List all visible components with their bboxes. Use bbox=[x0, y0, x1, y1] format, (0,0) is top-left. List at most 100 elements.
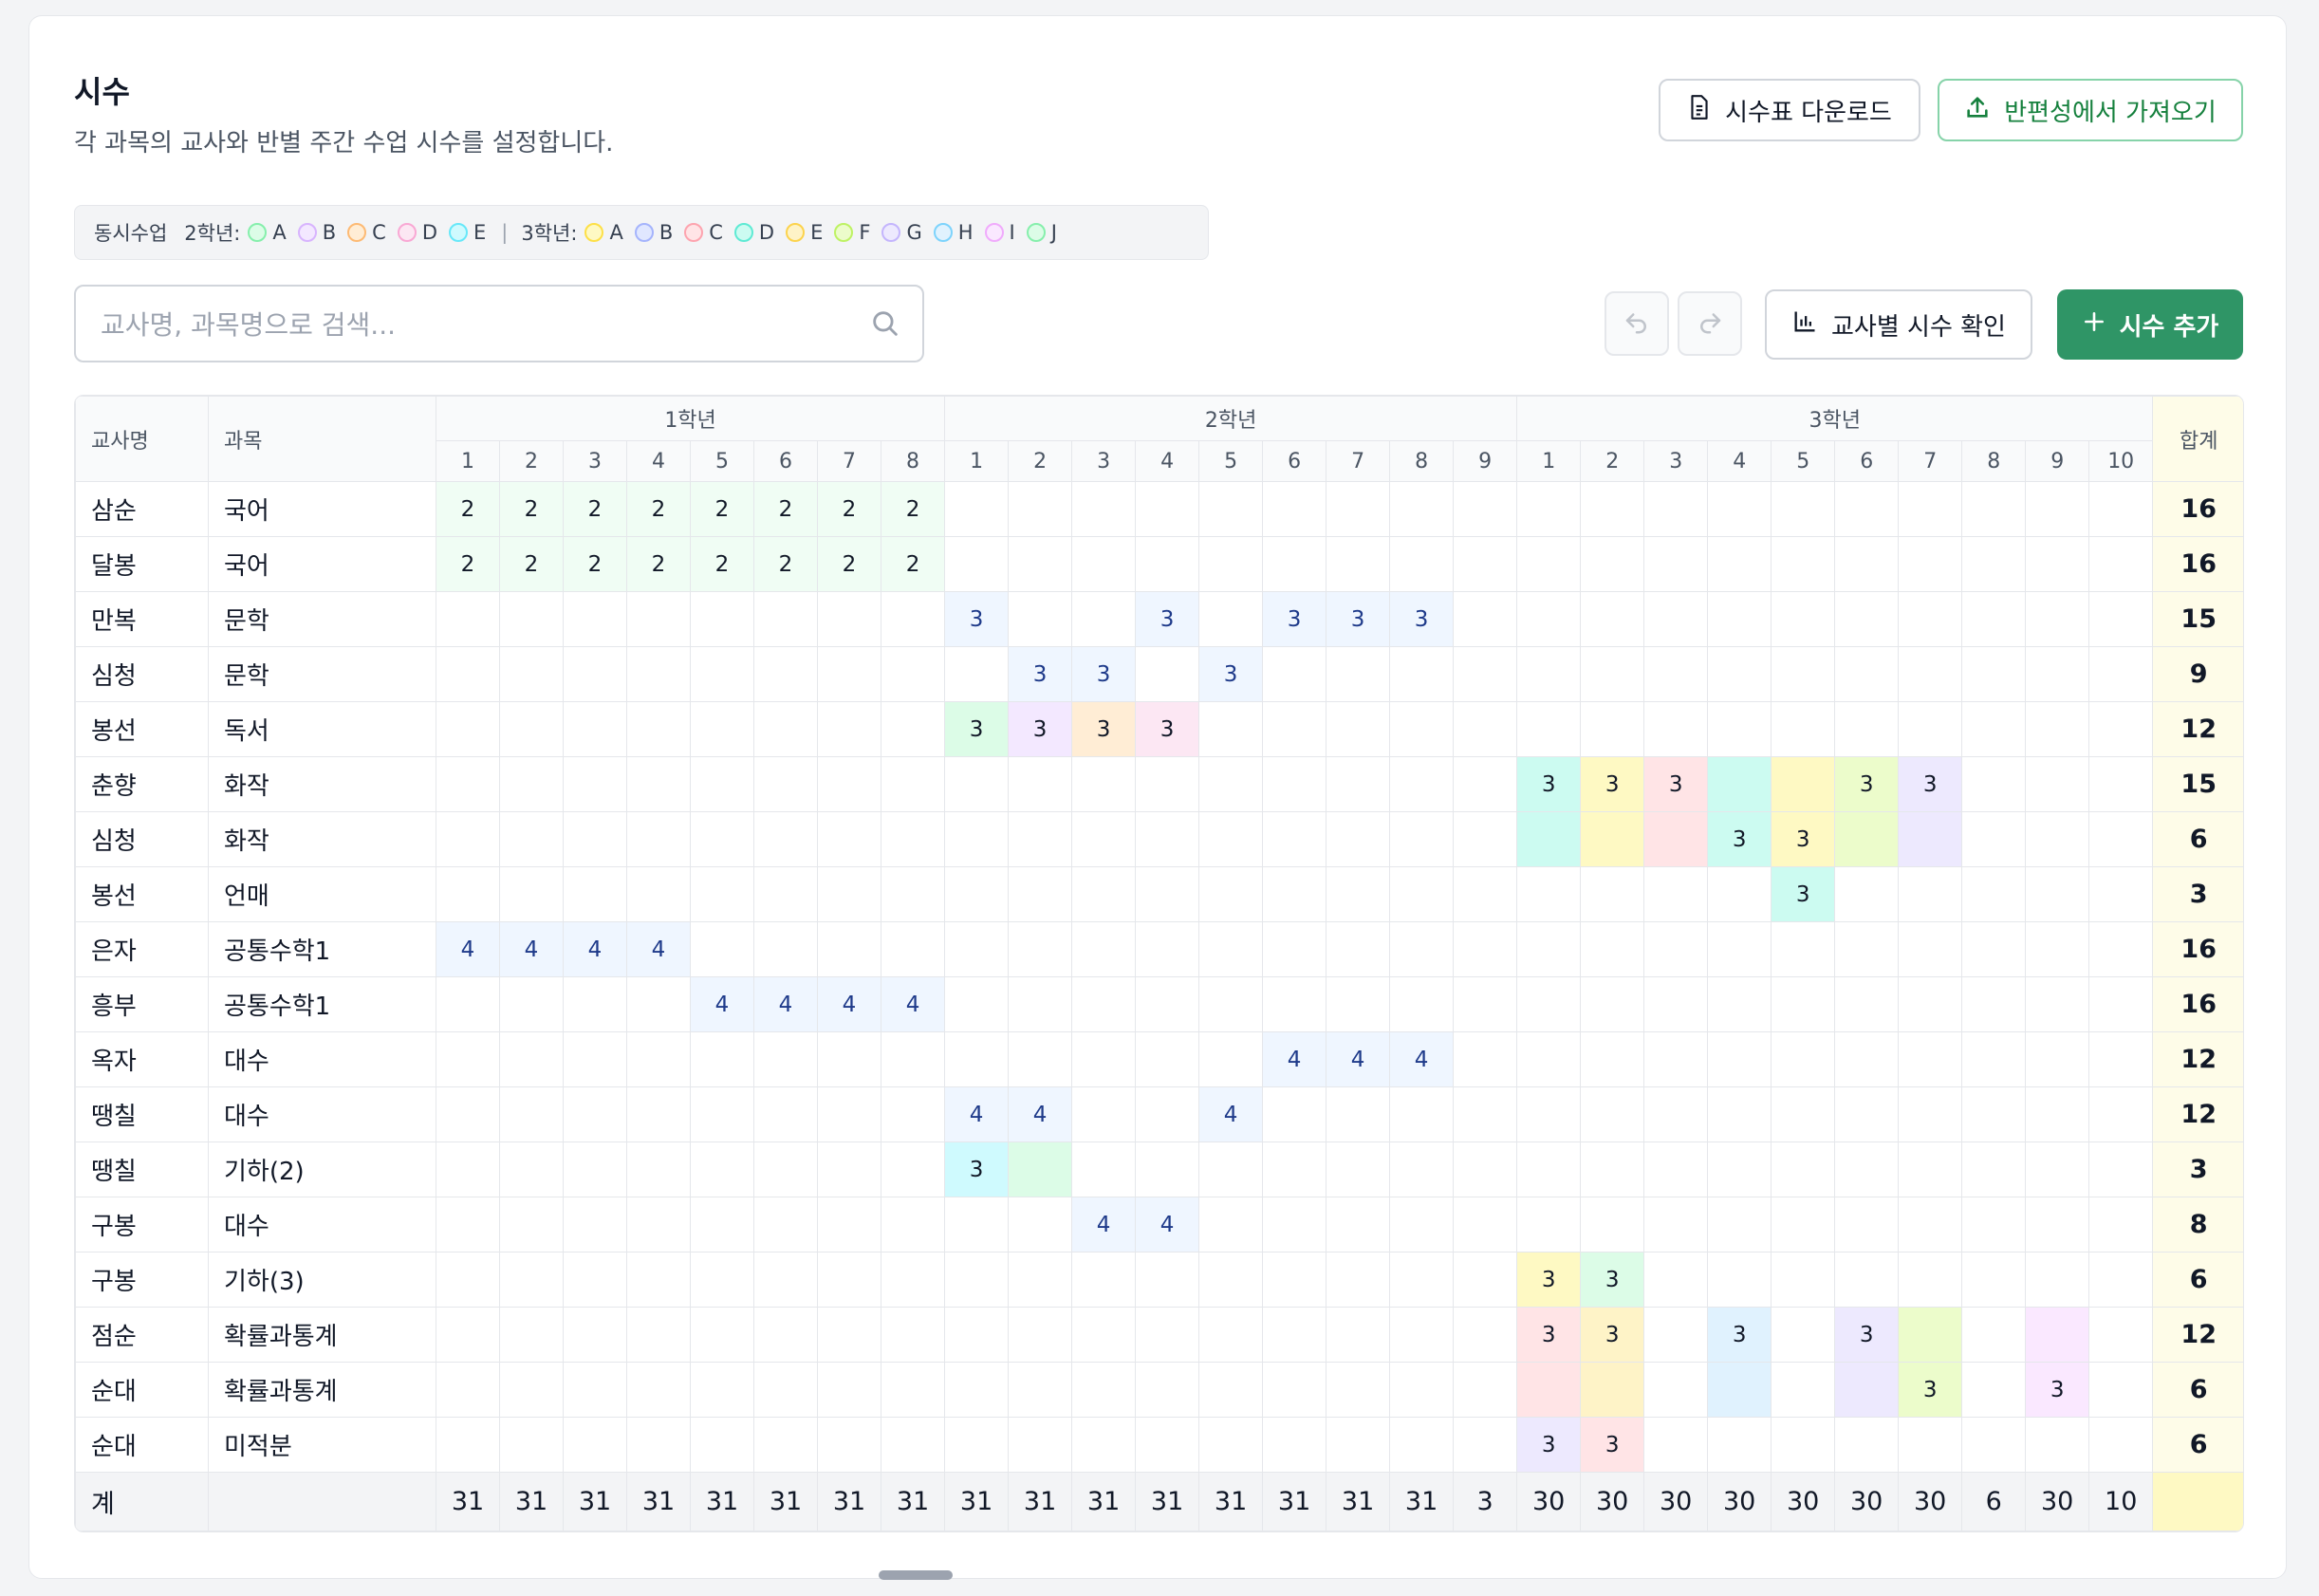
hours-cell[interactable] bbox=[880, 1031, 946, 1087]
hours-cell[interactable] bbox=[1008, 976, 1073, 1032]
hours-cell[interactable]: 3 bbox=[944, 591, 1010, 647]
hours-cell[interactable]: 4 bbox=[690, 976, 754, 1032]
hours-cell[interactable] bbox=[753, 1141, 818, 1197]
hours-cell[interactable] bbox=[2088, 1252, 2154, 1308]
hours-cell[interactable] bbox=[753, 921, 818, 977]
hours-cell[interactable] bbox=[1262, 646, 1327, 702]
teacher-name-cell[interactable]: 순대 bbox=[75, 1362, 209, 1418]
hours-cell[interactable] bbox=[1453, 811, 1518, 867]
hours-cell[interactable] bbox=[499, 1141, 564, 1197]
hours-cell[interactable] bbox=[1961, 1252, 2027, 1308]
hours-cell[interactable]: 2 bbox=[499, 536, 564, 592]
hours-cell[interactable] bbox=[1516, 1197, 1582, 1253]
hours-cell[interactable]: 3 bbox=[1516, 1307, 1582, 1363]
hours-cell[interactable] bbox=[1771, 921, 1836, 977]
hours-cell[interactable] bbox=[1198, 1141, 1264, 1197]
hours-cell[interactable] bbox=[1262, 1197, 1327, 1253]
hours-cell[interactable] bbox=[1071, 1086, 1137, 1142]
hours-cell[interactable] bbox=[1326, 811, 1391, 867]
hours-cell[interactable] bbox=[690, 1141, 754, 1197]
hours-cell[interactable] bbox=[1453, 1252, 1518, 1308]
hours-cell[interactable] bbox=[436, 1141, 500, 1197]
hours-cell[interactable] bbox=[1198, 976, 1264, 1032]
hours-cell[interactable]: 3 bbox=[1771, 811, 1836, 867]
hours-cell[interactable] bbox=[436, 866, 500, 922]
hours-cell[interactable] bbox=[499, 1252, 564, 1308]
hours-cell[interactable] bbox=[1834, 921, 1900, 977]
download-timetable-button[interactable]: 시수표 다운로드 bbox=[1659, 79, 1920, 141]
hours-cell[interactable] bbox=[1326, 756, 1391, 812]
hours-cell[interactable]: 3 bbox=[1707, 811, 1772, 867]
hours-cell[interactable]: 2 bbox=[817, 536, 881, 592]
hours-cell[interactable] bbox=[944, 1307, 1010, 1363]
hours-cell[interactable]: 4 bbox=[1008, 1086, 1073, 1142]
hours-cell[interactable] bbox=[563, 1141, 627, 1197]
hours-cell[interactable] bbox=[2025, 1197, 2090, 1253]
subject-cell[interactable]: 화작 bbox=[208, 811, 436, 867]
hours-cell[interactable] bbox=[1516, 536, 1582, 592]
hours-cell[interactable] bbox=[1453, 756, 1518, 812]
hours-cell[interactable] bbox=[1262, 536, 1327, 592]
hours-cell[interactable] bbox=[626, 1197, 691, 1253]
hours-cell[interactable] bbox=[817, 1141, 881, 1197]
hours-cell[interactable] bbox=[1898, 1252, 1963, 1308]
hours-cell[interactable] bbox=[1961, 646, 2027, 702]
hours-cell[interactable] bbox=[753, 1086, 818, 1142]
hours-cell[interactable] bbox=[1008, 866, 1073, 922]
add-hours-button[interactable]: 시수 추가 bbox=[2057, 289, 2243, 360]
hours-cell[interactable] bbox=[1135, 756, 1200, 812]
subject-cell[interactable]: 국어 bbox=[208, 536, 436, 592]
hours-cell[interactable] bbox=[1008, 1141, 1073, 1197]
hours-cell[interactable] bbox=[1326, 1307, 1391, 1363]
hours-cell[interactable] bbox=[1707, 1417, 1772, 1473]
hours-cell[interactable] bbox=[2025, 811, 2090, 867]
hours-cell[interactable]: 4 bbox=[944, 1086, 1010, 1142]
hours-cell[interactable] bbox=[817, 921, 881, 977]
teacher-name-cell[interactable]: 봉선 bbox=[75, 701, 209, 757]
hours-cell[interactable] bbox=[499, 811, 564, 867]
hours-cell[interactable] bbox=[563, 1417, 627, 1473]
hours-cell[interactable] bbox=[2025, 1307, 2090, 1363]
hours-cell[interactable] bbox=[1135, 1417, 1200, 1473]
hours-cell[interactable] bbox=[1898, 1307, 1963, 1363]
hours-cell[interactable] bbox=[1643, 646, 1709, 702]
hours-cell[interactable]: 3 bbox=[1326, 591, 1391, 647]
hours-cell[interactable] bbox=[1771, 701, 1836, 757]
hours-cell[interactable] bbox=[944, 1252, 1010, 1308]
hours-cell[interactable] bbox=[1135, 646, 1200, 702]
hours-cell[interactable] bbox=[2025, 1031, 2090, 1087]
hours-cell[interactable] bbox=[817, 1362, 881, 1418]
subject-cell[interactable]: 문학 bbox=[208, 591, 436, 647]
hours-cell[interactable] bbox=[1262, 811, 1327, 867]
hours-cell[interactable] bbox=[436, 591, 500, 647]
hours-cell[interactable]: 2 bbox=[626, 536, 691, 592]
subject-cell[interactable]: 언매 bbox=[208, 866, 436, 922]
hours-cell[interactable] bbox=[1898, 1086, 1963, 1142]
hours-cell[interactable]: 3 bbox=[944, 701, 1010, 757]
search-input[interactable] bbox=[99, 300, 862, 349]
subject-cell[interactable]: 대수 bbox=[208, 1197, 436, 1253]
hours-cell[interactable] bbox=[1580, 976, 1645, 1032]
hours-cell[interactable]: 3 bbox=[1516, 756, 1582, 812]
hours-cell[interactable] bbox=[1071, 866, 1137, 922]
hours-cell[interactable] bbox=[1643, 1307, 1709, 1363]
hours-cell[interactable] bbox=[944, 866, 1010, 922]
hours-cell[interactable] bbox=[1898, 591, 1963, 647]
hours-cell[interactable] bbox=[2025, 1417, 2090, 1473]
hours-cell[interactable] bbox=[2025, 1086, 2090, 1142]
hours-cell[interactable] bbox=[1516, 591, 1582, 647]
hours-cell[interactable] bbox=[1453, 591, 1518, 647]
hours-cell[interactable] bbox=[1707, 921, 1772, 977]
hours-cell[interactable] bbox=[1707, 1252, 1772, 1308]
hours-cell[interactable] bbox=[1071, 921, 1137, 977]
hours-cell[interactable] bbox=[880, 701, 946, 757]
hours-cell[interactable] bbox=[1516, 1362, 1582, 1418]
hours-cell[interactable] bbox=[1071, 1307, 1137, 1363]
hours-cell[interactable] bbox=[1135, 1362, 1200, 1418]
hours-cell[interactable] bbox=[1516, 481, 1582, 537]
hours-cell[interactable] bbox=[1008, 591, 1073, 647]
hours-cell[interactable] bbox=[1580, 1141, 1645, 1197]
hours-cell[interactable] bbox=[817, 701, 881, 757]
hours-cell[interactable] bbox=[817, 756, 881, 812]
hours-cell[interactable]: 3 bbox=[1071, 646, 1137, 702]
